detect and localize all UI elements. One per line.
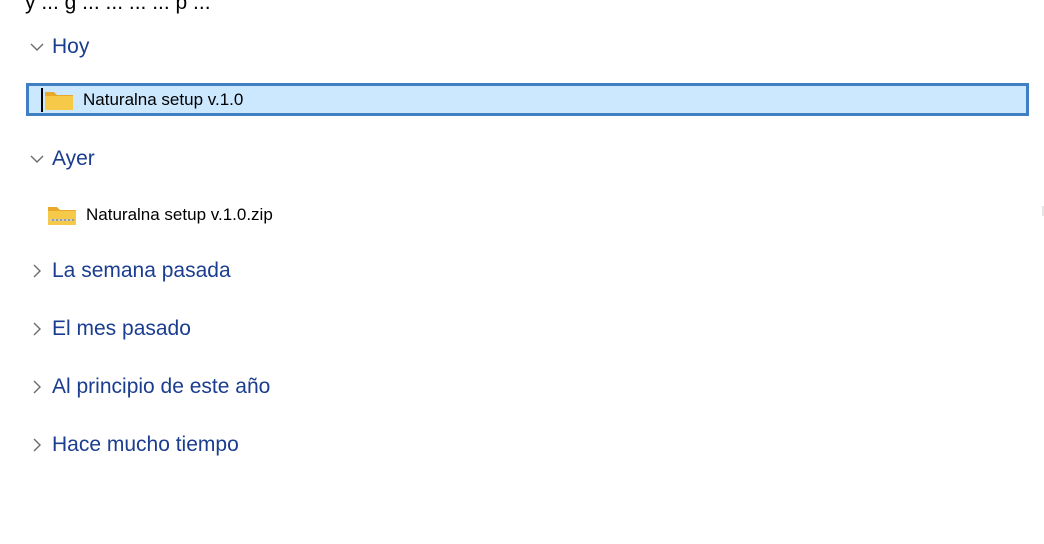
chevron-down-icon <box>26 36 48 58</box>
group-header-ayer[interactable]: Ayer <box>26 141 95 177</box>
file-row-naturalna-setup-zip[interactable]: Naturalna setup v.1.0.zip <box>26 196 273 234</box>
focus-caret <box>41 88 43 112</box>
group-label: El mes pasado <box>52 317 191 340</box>
group-header-el-mes-pasado[interactable]: El mes pasado <box>26 311 191 347</box>
chevron-right-icon <box>26 318 48 340</box>
group-label: La semana pasada <box>52 259 231 282</box>
file-row-naturalna-setup-folder[interactable]: Naturalna setup v.1.0 <box>26 83 1029 116</box>
zip-folder-icon <box>46 203 78 227</box>
group-header-la-semana-pasada[interactable]: La semana pasada <box>26 253 231 289</box>
folder-icon <box>43 88 75 112</box>
group-label: Hace mucho tiempo <box>52 433 239 456</box>
chevron-right-icon <box>26 434 48 456</box>
group-header-hoy[interactable]: Hoy <box>26 29 89 65</box>
group-header-hace-mucho-tiempo[interactable]: Hace mucho tiempo <box>26 427 239 463</box>
chevron-right-icon <box>26 260 48 282</box>
chevron-right-icon <box>26 376 48 398</box>
chevron-down-icon <box>26 148 48 170</box>
clipped-header-text: y ... g ... ... ... ... p ... <box>25 0 211 14</box>
group-header-al-principio-de-este-ano[interactable]: Al principio de este año <box>26 369 270 405</box>
file-list-pane: y ... g ... ... ... ... p ... Hoy Natura… <box>0 0 1044 544</box>
file-name: Naturalna setup v.1.0 <box>83 89 244 109</box>
group-label: Hoy <box>52 35 90 58</box>
file-name: Naturalna setup v.1.0.zip <box>86 205 273 224</box>
group-label: Ayer <box>52 147 95 170</box>
group-label: Al principio de este año <box>52 375 271 398</box>
